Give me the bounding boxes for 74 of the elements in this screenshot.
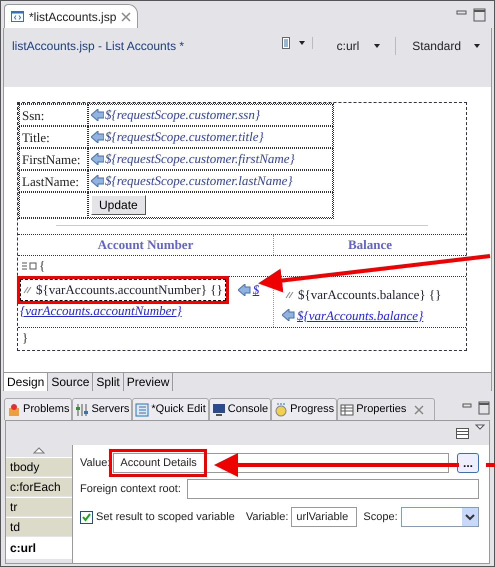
loop-brace: }	[21, 329, 30, 347]
column-header: Balance	[346, 236, 394, 254]
view-tab[interactable]: Problems	[4, 398, 72, 420]
field-label: FirstName:	[19, 148, 88, 170]
context-root-field[interactable]	[186, 479, 479, 499]
page-title: listAccounts.jsp - List Accounts *	[12, 38, 186, 55]
problems-icon	[7, 402, 21, 416]
section-tab[interactable]: td	[6, 517, 72, 536]
window-controls-icon	[454, 6, 488, 22]
view-tab[interactable]: Properties	[337, 398, 436, 420]
caret-icon	[373, 43, 382, 49]
view-mode-tab[interactable]: Design	[4, 373, 48, 391]
checkbox[interactable]	[80, 510, 93, 524]
loop-tag-icon	[21, 261, 37, 271]
browse-button[interactable]: ...	[457, 453, 479, 473]
column-header: Account Number	[18, 235, 274, 255]
editor-tab[interactable]: *listAccounts.jsp	[4, 4, 138, 28]
output-tag-icon	[91, 175, 104, 187]
palette-selector[interactable]: Standard	[396, 37, 481, 55]
field-label: Title:	[19, 126, 88, 148]
view-tab[interactable]: Servers	[72, 398, 132, 420]
output-tag-icon	[23, 286, 33, 294]
variable-field[interactable]: urlVariable	[291, 507, 358, 527]
field-label: Foreign context root:	[80, 482, 181, 497]
output-tag-icon	[91, 153, 104, 165]
field-label: Value:	[80, 456, 110, 471]
output-tag[interactable]: ${varAccounts.balance} {}	[282, 284, 444, 306]
caret-icon	[473, 43, 481, 49]
document-icon	[282, 37, 290, 49]
update-button[interactable]: Update	[91, 195, 146, 215]
checkbox-label: Set result to scoped variable	[96, 510, 235, 525]
output-text: ${varAccounts.accountNumber} {}	[36, 281, 223, 299]
tag-selector[interactable]: c:url	[312, 37, 396, 55]
caret-icon	[298, 40, 306, 46]
expression-text: ${requestScope.customer.title}	[105, 128, 264, 146]
output-tag-icon	[285, 290, 295, 299]
table-icon	[456, 428, 469, 438]
monitor-icon	[212, 402, 226, 416]
section-tab[interactable]: tbody	[6, 457, 72, 476]
link-text[interactable]: $	[252, 280, 260, 300]
field-label: Variable:	[246, 510, 288, 525]
file-icon	[11, 11, 24, 22]
expression-text: ${requestScope.customer.firstName}	[105, 150, 295, 168]
output-text: ${varAccounts.balance} {}	[298, 286, 442, 304]
section-tab[interactable]: c:forEach	[6, 477, 72, 496]
view-tab[interactable]: *Quick Edit	[132, 398, 209, 420]
expression-text: ${requestScope.customer.ssn}	[105, 106, 260, 124]
value-field[interactable]: Account Details	[113, 453, 449, 473]
output-tag-icon	[91, 131, 104, 143]
table-icon	[135, 402, 150, 416]
close-icon	[414, 404, 424, 414]
view-tab[interactable]: Console	[208, 398, 272, 420]
section-tab[interactable]: c:url	[6, 537, 72, 559]
view-menu-icon	[475, 424, 485, 430]
progress-icon	[274, 402, 288, 416]
table-icon	[340, 402, 354, 416]
link-tag-icon	[238, 284, 251, 296]
field-label: LastName:	[19, 170, 88, 192]
link-text[interactable]: {varAccounts.accountNumber}	[20, 300, 271, 320]
view-tab[interactable]: Progress	[271, 398, 338, 420]
caret-icon	[462, 508, 478, 526]
scope-dropdown[interactable]	[400, 507, 479, 527]
link-tag-icon	[282, 309, 295, 322]
field-label: Ssn:	[19, 104, 88, 126]
link-text[interactable]: ${varAccounts.balance}	[297, 306, 424, 325]
servers-icon	[75, 402, 90, 416]
loop-brace: {	[39, 257, 46, 276]
close-icon	[121, 12, 132, 22]
scroll-up-icon	[33, 447, 45, 454]
field-label: Scope:	[363, 510, 398, 525]
window-controls-icon	[461, 401, 491, 415]
section-tab[interactable]: tr	[6, 497, 72, 516]
output-tag-icon	[91, 109, 104, 121]
expression-text: ${requestScope.customer.lastName}	[105, 172, 293, 190]
